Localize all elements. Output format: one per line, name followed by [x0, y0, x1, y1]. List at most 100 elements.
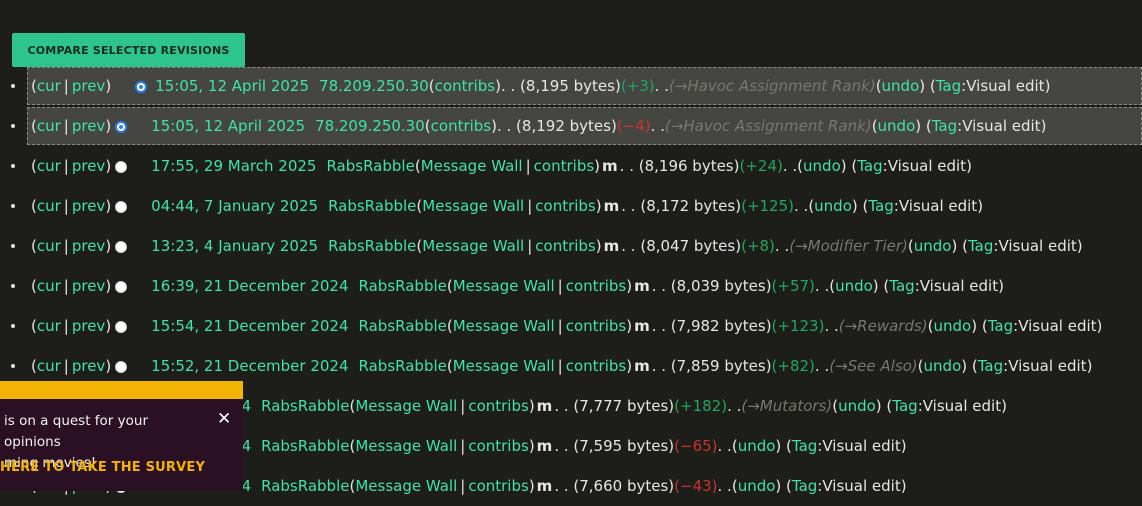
undo-link[interactable]: undo: [814, 197, 852, 215]
prev-link[interactable]: prev: [72, 157, 105, 175]
revision-radio[interactable]: [115, 120, 128, 133]
survey-toast: is on a quest for your opinions ming mov…: [0, 381, 243, 491]
message-wall-link[interactable]: Message Wall: [421, 157, 523, 175]
contribs-link[interactable]: contribs: [534, 157, 594, 175]
revision-radio[interactable]: [115, 200, 128, 213]
contribs-link[interactable]: contribs: [535, 237, 595, 255]
bullet-icon: [11, 164, 15, 168]
undo-link[interactable]: undo: [803, 157, 841, 175]
tag-link[interactable]: Tag: [988, 317, 1013, 335]
contribs-link[interactable]: contribs: [566, 317, 626, 335]
revision-radio[interactable]: [115, 240, 128, 253]
contribs-link[interactable]: contribs: [566, 357, 626, 375]
message-wall-link[interactable]: Message Wall: [422, 237, 524, 255]
undo-link[interactable]: undo: [914, 237, 952, 255]
tag-link[interactable]: Tag: [932, 117, 957, 135]
message-wall-link[interactable]: Message Wall: [355, 397, 457, 415]
contribs-link[interactable]: contribs: [535, 197, 595, 215]
message-wall-link[interactable]: Message Wall: [453, 277, 555, 295]
close-icon[interactable]: ✕: [217, 409, 231, 429]
message-wall-link[interactable]: Message Wall: [422, 197, 524, 215]
prev-link[interactable]: prev: [72, 277, 105, 295]
undo-link[interactable]: undo: [738, 437, 776, 455]
revision-radio[interactable]: [115, 360, 128, 373]
bullet-icon: [11, 364, 15, 368]
byte-diff: (−4): [616, 117, 651, 135]
revision-radio[interactable]: [115, 280, 128, 293]
cur-link[interactable]: cur: [37, 277, 61, 295]
user-link[interactable]: RabsRabble: [261, 397, 349, 415]
contribs-link[interactable]: contribs: [431, 117, 491, 135]
cur-link[interactable]: cur: [37, 317, 61, 335]
user-link[interactable]: RabsRabble: [359, 357, 447, 375]
edit-summary: (→Rewards): [838, 317, 928, 335]
user-link[interactable]: 78.209.250.30: [319, 77, 429, 95]
tag-link[interactable]: Tag: [936, 77, 961, 95]
tag-link[interactable]: Tag: [792, 477, 817, 495]
revision-timestamp-link[interactable]: 15:54, 21 December 2024: [151, 317, 348, 335]
undo-link[interactable]: undo: [838, 397, 876, 415]
undo-link[interactable]: undo: [934, 317, 972, 335]
undo-link[interactable]: undo: [924, 357, 962, 375]
revision-timestamp-link[interactable]: 04:44, 7 January 2025: [151, 197, 318, 215]
prev-link[interactable]: prev: [72, 197, 105, 215]
minor-edit-marker: m: [603, 237, 620, 255]
undo-link[interactable]: undo: [878, 117, 916, 135]
contribs-link[interactable]: contribs: [468, 437, 528, 455]
tag-link[interactable]: Tag: [889, 277, 914, 295]
revision-radio[interactable]: [115, 160, 128, 173]
cur-link[interactable]: cur: [37, 77, 61, 95]
user-link[interactable]: RabsRabble: [359, 317, 447, 335]
cur-link[interactable]: cur: [37, 357, 61, 375]
punctuation: . .: [814, 357, 830, 375]
cur-link[interactable]: cur: [37, 117, 61, 135]
tag-link[interactable]: Tag: [968, 237, 993, 255]
punctuation: ): [977, 197, 984, 215]
revision-timestamp-link[interactable]: 15:05, 12 April 2025: [155, 77, 309, 95]
user-link[interactable]: RabsRabble: [328, 237, 416, 255]
contribs-link[interactable]: contribs: [468, 397, 528, 415]
prev-link[interactable]: prev: [72, 237, 105, 255]
message-wall-link[interactable]: Message Wall: [355, 477, 457, 495]
undo-link[interactable]: undo: [882, 77, 920, 95]
user-link[interactable]: RabsRabble: [261, 477, 349, 495]
message-wall-link[interactable]: Message Wall: [453, 357, 555, 375]
revision-content: (cur | prev) 15:52, 21 December 2024 RabsRab…: [31, 346, 1092, 386]
undo-link[interactable]: undo: [835, 277, 873, 295]
contribs-link[interactable]: contribs: [566, 277, 626, 295]
tag-link[interactable]: Tag: [892, 397, 917, 415]
punctuation: ) (: [851, 197, 869, 215]
survey-link[interactable]: HERE TO TAKE THE SURVEY: [0, 460, 205, 475]
prev-link[interactable]: prev: [72, 77, 105, 95]
compare-selected-revisions-button[interactable]: COMPARE SELECTED REVISIONS: [12, 33, 245, 67]
revision-radio[interactable]: [135, 80, 148, 93]
cur-link[interactable]: cur: [37, 157, 61, 175]
revision-timestamp-link[interactable]: 16:39, 21 December 2024: [151, 277, 348, 295]
undo-link[interactable]: undo: [738, 477, 776, 495]
contribs-link[interactable]: contribs: [468, 477, 528, 495]
user-link[interactable]: RabsRabble: [359, 277, 447, 295]
revision-timestamp-link[interactable]: 15:52, 21 December 2024: [151, 357, 348, 375]
revision-timestamp-link[interactable]: 13:23, 4 January 2025: [151, 237, 318, 255]
tag-link[interactable]: Tag: [868, 197, 893, 215]
revision-timestamp-link[interactable]: 17:55, 29 March 2025: [151, 157, 316, 175]
revision-radio[interactable]: [115, 320, 128, 333]
message-wall-link[interactable]: Message Wall: [453, 317, 555, 335]
message-wall-link[interactable]: Message Wall: [355, 437, 457, 455]
user-link[interactable]: 78.209.250.30: [315, 117, 425, 135]
tag-link[interactable]: Tag: [792, 437, 817, 455]
contribs-link[interactable]: contribs: [435, 77, 495, 95]
revision-timestamp-link[interactable]: 15:05, 12 April 2025: [151, 117, 305, 135]
user-link[interactable]: RabsRabble: [326, 157, 414, 175]
punctuation: ): [105, 157, 112, 175]
prev-link[interactable]: prev: [72, 317, 105, 335]
prev-link[interactable]: prev: [72, 117, 105, 135]
cur-link[interactable]: cur: [37, 197, 61, 215]
user-link[interactable]: RabsRabble: [261, 437, 349, 455]
user-link[interactable]: RabsRabble: [328, 197, 416, 215]
tag-link[interactable]: Tag: [978, 357, 1003, 375]
tag-value: Visual edit: [1008, 357, 1087, 375]
tag-link[interactable]: Tag: [857, 157, 882, 175]
prev-link[interactable]: prev: [72, 357, 105, 375]
cur-link[interactable]: cur: [37, 237, 61, 255]
